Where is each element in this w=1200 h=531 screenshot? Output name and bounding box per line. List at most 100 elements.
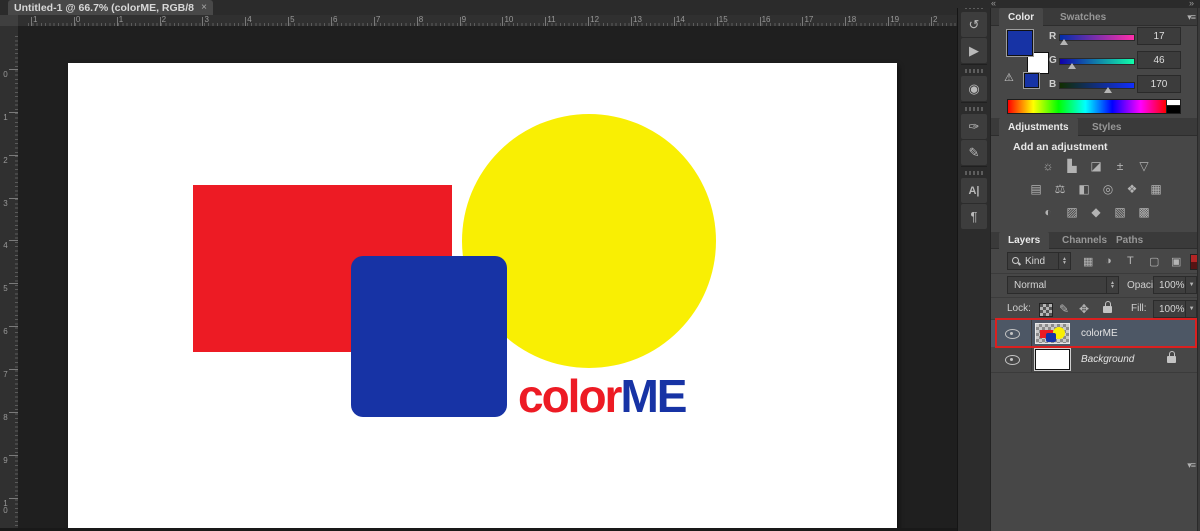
posterize-icon[interactable]: ▨ bbox=[1064, 204, 1081, 219]
drag-grip-icon[interactable] bbox=[965, 69, 983, 73]
tab-adjustments[interactable]: Adjustments bbox=[999, 118, 1078, 136]
tab-layers[interactable]: Layers bbox=[999, 232, 1049, 249]
h-ruler-label: 13 bbox=[633, 16, 642, 24]
color-balance-icon[interactable]: ⚖ bbox=[1052, 181, 1069, 196]
character-icon[interactable]: A| bbox=[961, 178, 987, 203]
tab-swatches[interactable]: Swatches bbox=[1051, 8, 1115, 26]
lock-pixels-brush-icon[interactable]: ✎ bbox=[1059, 302, 1069, 316]
color-panel-menu-icon[interactable]: ▾≡ bbox=[1187, 12, 1195, 23]
pasteboard[interactable]: colorME bbox=[18, 26, 957, 531]
v-ruler-label: 7 bbox=[2, 371, 9, 378]
layer-row-background[interactable]: Background bbox=[991, 347, 1198, 372]
fill-label: Fill: bbox=[1131, 303, 1147, 314]
selective-color-icon[interactable]: ▩ bbox=[1136, 204, 1153, 219]
channel-b-value[interactable]: 170 bbox=[1137, 75, 1181, 93]
filter-shape-icon[interactable]: ▢ bbox=[1149, 255, 1159, 268]
updown-arrows-icon: ▲▼ bbox=[1106, 277, 1118, 293]
adjustment-icons-row-3: ◐ ▨ ◆ ▧ ▩ bbox=[1001, 204, 1191, 219]
fill-combo[interactable]: 100% ▼ bbox=[1153, 300, 1197, 318]
exposure-icon[interactable]: ± bbox=[1112, 158, 1129, 173]
lock-all-icon[interactable] bbox=[1103, 306, 1112, 313]
opacity-combo[interactable]: 100% ▼ bbox=[1153, 276, 1197, 294]
channel-r-slider[interactable] bbox=[1059, 34, 1135, 41]
photo-filter-icon[interactable]: ◎ bbox=[1100, 181, 1117, 196]
visibility-eye-icon[interactable] bbox=[1005, 355, 1020, 365]
blend-mode-dropdown[interactable]: Normal ▲▼ bbox=[1007, 276, 1119, 294]
v-ruler-label: 8 bbox=[2, 414, 9, 421]
layer-filter-kind-dropdown[interactable]: Kind ▲▼ bbox=[1007, 252, 1071, 270]
v-ruler-label: 4 bbox=[2, 242, 9, 249]
foreground-color-swatch[interactable] bbox=[1007, 30, 1033, 56]
history-icon[interactable]: ↺ bbox=[961, 12, 987, 37]
channel-b-slider[interactable] bbox=[1059, 82, 1135, 89]
black-white-icon[interactable]: ◧ bbox=[1076, 181, 1093, 196]
actions-icon[interactable]: ▶ bbox=[961, 38, 987, 63]
tab-paths[interactable]: Paths bbox=[1107, 232, 1152, 249]
color-lookup-icon[interactable]: ▦ bbox=[1148, 181, 1165, 196]
layer-name: Background bbox=[1081, 354, 1134, 365]
filter-adjustment-icon[interactable]: ◑ bbox=[1105, 255, 1112, 267]
properties-icon[interactable]: ◉ bbox=[961, 76, 987, 101]
gradient-map-icon[interactable]: ▧ bbox=[1112, 204, 1129, 219]
channel-g-label: G bbox=[1049, 55, 1057, 66]
channel-r-slider-thumb[interactable] bbox=[1060, 39, 1068, 45]
brush-presets-icon[interactable]: ✑ bbox=[961, 114, 987, 139]
collapse-panels-icon[interactable]: « bbox=[991, 0, 996, 8]
h-ruler-label: 9 bbox=[462, 16, 466, 24]
channel-b-slider-thumb[interactable] bbox=[1104, 87, 1112, 93]
vibrance-icon[interactable]: ▽ bbox=[1136, 158, 1153, 173]
h-ruler-label: 19 bbox=[890, 16, 899, 24]
logo-blue-square bbox=[351, 256, 507, 417]
web-safe-color-swatch[interactable] bbox=[1023, 72, 1040, 89]
tab-styles[interactable]: Styles bbox=[1083, 118, 1130, 136]
channel-r-value[interactable]: 17 bbox=[1137, 27, 1181, 45]
close-tab-icon[interactable]: × bbox=[201, 3, 207, 13]
panel-strip-group: ↺▶ bbox=[961, 0, 987, 63]
levels-icon[interactable]: ▙ bbox=[1064, 158, 1081, 173]
v-ruler-label: 3 bbox=[2, 200, 9, 207]
color-spectrum-ramp[interactable] bbox=[1007, 99, 1167, 114]
document-tab[interactable]: Untitled-1 @ 66.7% (colorME, RGB/8) * × bbox=[8, 0, 213, 15]
layers-panel-menu-icon[interactable]: ▾≡ bbox=[1187, 460, 1195, 471]
hue-saturation-icon[interactable]: ▤ bbox=[1028, 181, 1045, 196]
h-ruler-label: 14 bbox=[676, 16, 685, 24]
h-ruler-label: 2 bbox=[933, 16, 937, 24]
blend-mode-value: Normal bbox=[1014, 280, 1046, 291]
invert-icon[interactable]: ◐ bbox=[1040, 204, 1057, 219]
h-ruler-label: 11 bbox=[547, 16, 555, 24]
channel-g-value[interactable]: 46 bbox=[1137, 51, 1181, 69]
drag-grip-icon[interactable] bbox=[965, 107, 983, 111]
brightness-contrast-icon[interactable]: ☼ bbox=[1040, 158, 1057, 173]
v-ruler-label: 0 bbox=[2, 71, 9, 78]
chevron-down-icon: ▼ bbox=[1185, 301, 1198, 317]
h-ruler-label: 0 bbox=[76, 16, 80, 24]
color-panel-tabs: Color Swatches ▾≡ bbox=[991, 8, 1200, 26]
brush-settings-icon[interactable]: ✎ bbox=[961, 140, 987, 165]
document-tab-title: Untitled-1 @ 66.7% (colorME, RGB/8) * bbox=[14, 2, 194, 14]
drag-grip-icon[interactable] bbox=[965, 171, 983, 175]
filter-pixel-icon[interactable]: ▦ bbox=[1083, 255, 1093, 268]
panel-strip-group: A|¶ bbox=[961, 166, 987, 229]
v-ruler-label: 2 bbox=[2, 157, 9, 164]
h-ruler-label: 15 bbox=[719, 16, 728, 24]
layer-thumbnail[interactable] bbox=[1035, 349, 1070, 370]
channel-g-slider-thumb[interactable] bbox=[1068, 63, 1076, 69]
expand-panels-icon[interactable]: » bbox=[1189, 0, 1194, 8]
paragraph-icon[interactable]: ¶ bbox=[961, 204, 987, 229]
layers-panel-tabs: Layers Channels Paths ▾≡ bbox=[991, 232, 1200, 249]
lock-position-icon[interactable]: ✥ bbox=[1079, 302, 1089, 316]
threshold-icon[interactable]: ◆ bbox=[1088, 204, 1105, 219]
ramp-black-swatch[interactable] bbox=[1166, 105, 1181, 114]
curves-icon[interactable]: ◪ bbox=[1088, 158, 1105, 173]
filter-type-icon[interactable]: T bbox=[1127, 255, 1134, 267]
tab-color[interactable]: Color bbox=[999, 8, 1043, 26]
filter-smart-object-icon[interactable]: ▣ bbox=[1171, 255, 1181, 268]
divider bbox=[991, 372, 1198, 373]
vertical-ruler[interactable]: 012345678910 bbox=[0, 26, 19, 528]
canvas[interactable]: colorME bbox=[68, 63, 897, 531]
lock-transparency-icon[interactable] bbox=[1039, 303, 1053, 317]
channel-mixer-icon[interactable]: ❖ bbox=[1124, 181, 1141, 196]
gamut-warning-icon[interactable]: ⚠ bbox=[1004, 71, 1014, 84]
panel-strip-group: ✑✎ bbox=[961, 102, 987, 165]
adjustment-icons-row-2: ▤ ⚖ ◧ ◎ ❖ ▦ bbox=[1001, 181, 1191, 196]
